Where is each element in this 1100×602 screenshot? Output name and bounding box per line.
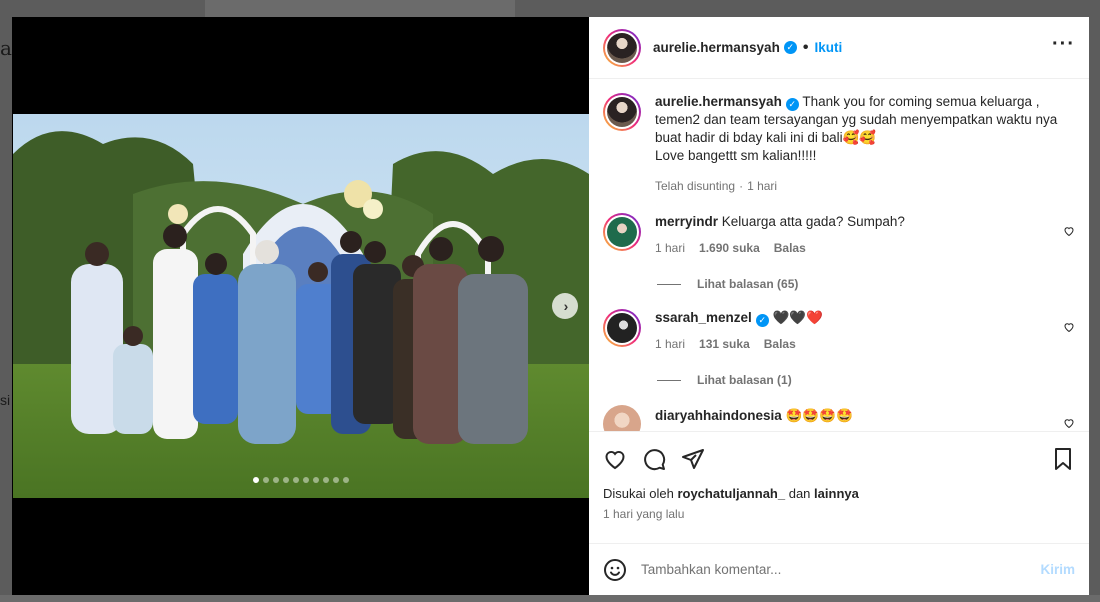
replies-divider [657,283,681,285]
comment-avatar[interactable] [603,309,641,347]
carousel-dot [262,477,269,483]
liked-by-line: Disukai oleh roychatuljannah_ dan lainny… [603,486,1075,501]
reply-button[interactable]: Balas [764,335,796,353]
more-options-icon[interactable]: ··· [1052,33,1075,62]
carousel-dot [312,477,319,483]
carousel-next-button[interactable]: › [552,293,578,319]
liked-by-user[interactable]: roychatuljannah_ [677,486,785,501]
heart-icon[interactable] [603,447,627,471]
bookmark-icon[interactable] [1051,447,1075,471]
comment-username[interactable]: merryindr [655,214,718,229]
post-time[interactable]: 1 hari yang lalu [603,507,1075,521]
carousel-dot [292,477,299,483]
background-tile [0,595,1100,602]
caption-row: aurelie.hermansyah ✓ Thank you for coming… [603,93,1075,195]
view-replies-label: Lihat balasan (1) [697,373,792,387]
comment-row: ssarah_menzel ✓ 🖤🖤❤️ 1 hari 131 suka Bala… [603,309,1075,353]
view-replies-button[interactable]: Lihat balasan (65) [657,277,1075,291]
replies-divider [657,379,681,381]
follow-button[interactable]: Ikuti [814,40,842,55]
post-media: › [12,17,589,595]
comment-text: 🤩🤩🤩🤩 [785,408,853,423]
liked-by-others[interactable]: lainnya [814,486,859,501]
comment-like-heart-icon[interactable] [1063,321,1075,333]
verified-icon: ✓ [783,41,797,54]
view-replies-label: Lihat balasan (65) [697,277,799,291]
background-edge-glyph: si [0,392,11,408]
comment-avatar[interactable] [603,405,641,431]
comment-likes[interactable]: 1.690 suka [699,239,760,257]
chevron-right-icon: › [563,298,569,314]
author-username[interactable]: aurelie.hermansyah [653,40,780,55]
carousel-indicator [12,477,589,483]
carousel-dot [302,477,309,483]
comment-username[interactable]: ssarah_menzel [655,310,752,325]
comment-composer: Kirim [589,543,1089,595]
post-actions: Disukai oleh roychatuljannah_ dan lainny… [589,431,1089,551]
meta-separator: · [739,179,744,193]
carousel-dot [332,477,339,483]
comment-like-heart-icon[interactable] [1063,417,1075,429]
post-header: aurelie.hermansyah ✓ • Ikuti ··· [589,17,1089,79]
carousel-dot [252,477,259,483]
carousel-dot [322,477,329,483]
liked-by-prefix: Disukai oleh [603,486,674,501]
reply-button[interactable]: Balas [774,239,806,257]
post-modal: › aurelie.hermansyah ✓ • Ikuti ··· aurel… [12,17,1089,595]
comments-list[interactable]: aurelie.hermansyah ✓ Thank you for coming… [589,79,1089,431]
background-edge-glyph: a [0,36,12,60]
header-separator: • [802,38,809,56]
share-icon[interactable] [681,447,705,471]
comment-row: diaryahhaindonesia 🤩🤩🤩🤩 [603,405,1075,431]
caption-avatar[interactable] [603,93,641,131]
comment-username[interactable]: diaryahhaindonesia [655,408,782,423]
emoji-icon[interactable] [603,558,627,582]
send-button[interactable]: Kirim [1040,562,1075,577]
liked-by-and: dan [788,486,811,501]
comment-input[interactable] [641,562,1041,577]
background-tile [205,0,515,17]
carousel-dot [272,477,279,483]
comment-like-heart-icon[interactable] [1063,225,1075,237]
comment-icon[interactable] [642,447,666,471]
comment-row: merryindr Keluarga atta gada? Sumpah? 1 … [603,213,1075,257]
verified-icon: ✓ [785,97,799,111]
view-replies-button[interactable]: Lihat balasan (1) [657,373,1075,387]
caption-text-line2: Love bangettt sm kalian!!!!! [655,148,817,163]
comment-likes[interactable]: 131 suka [699,335,750,353]
comment-time[interactable]: 1 hari [655,239,685,257]
comment-avatar[interactable] [603,213,641,251]
author-avatar[interactable] [603,28,641,67]
comment-time[interactable]: 1 hari [655,335,685,353]
caption-edited-label: Telah disunting [655,179,736,193]
caption-username[interactable]: aurelie.hermansyah [655,94,782,109]
verified-icon: ✓ [755,313,769,327]
post-photo [13,114,589,498]
caption-time[interactable]: 1 hari [747,177,777,195]
comment-text: Keluarga atta gada? Sumpah? [721,214,905,229]
post-side-panel: aurelie.hermansyah ✓ • Ikuti ··· aurelie… [589,17,1089,595]
carousel-dot [282,477,289,483]
comment-text: 🖤🖤❤️ [772,310,824,325]
carousel-dot [342,477,349,483]
